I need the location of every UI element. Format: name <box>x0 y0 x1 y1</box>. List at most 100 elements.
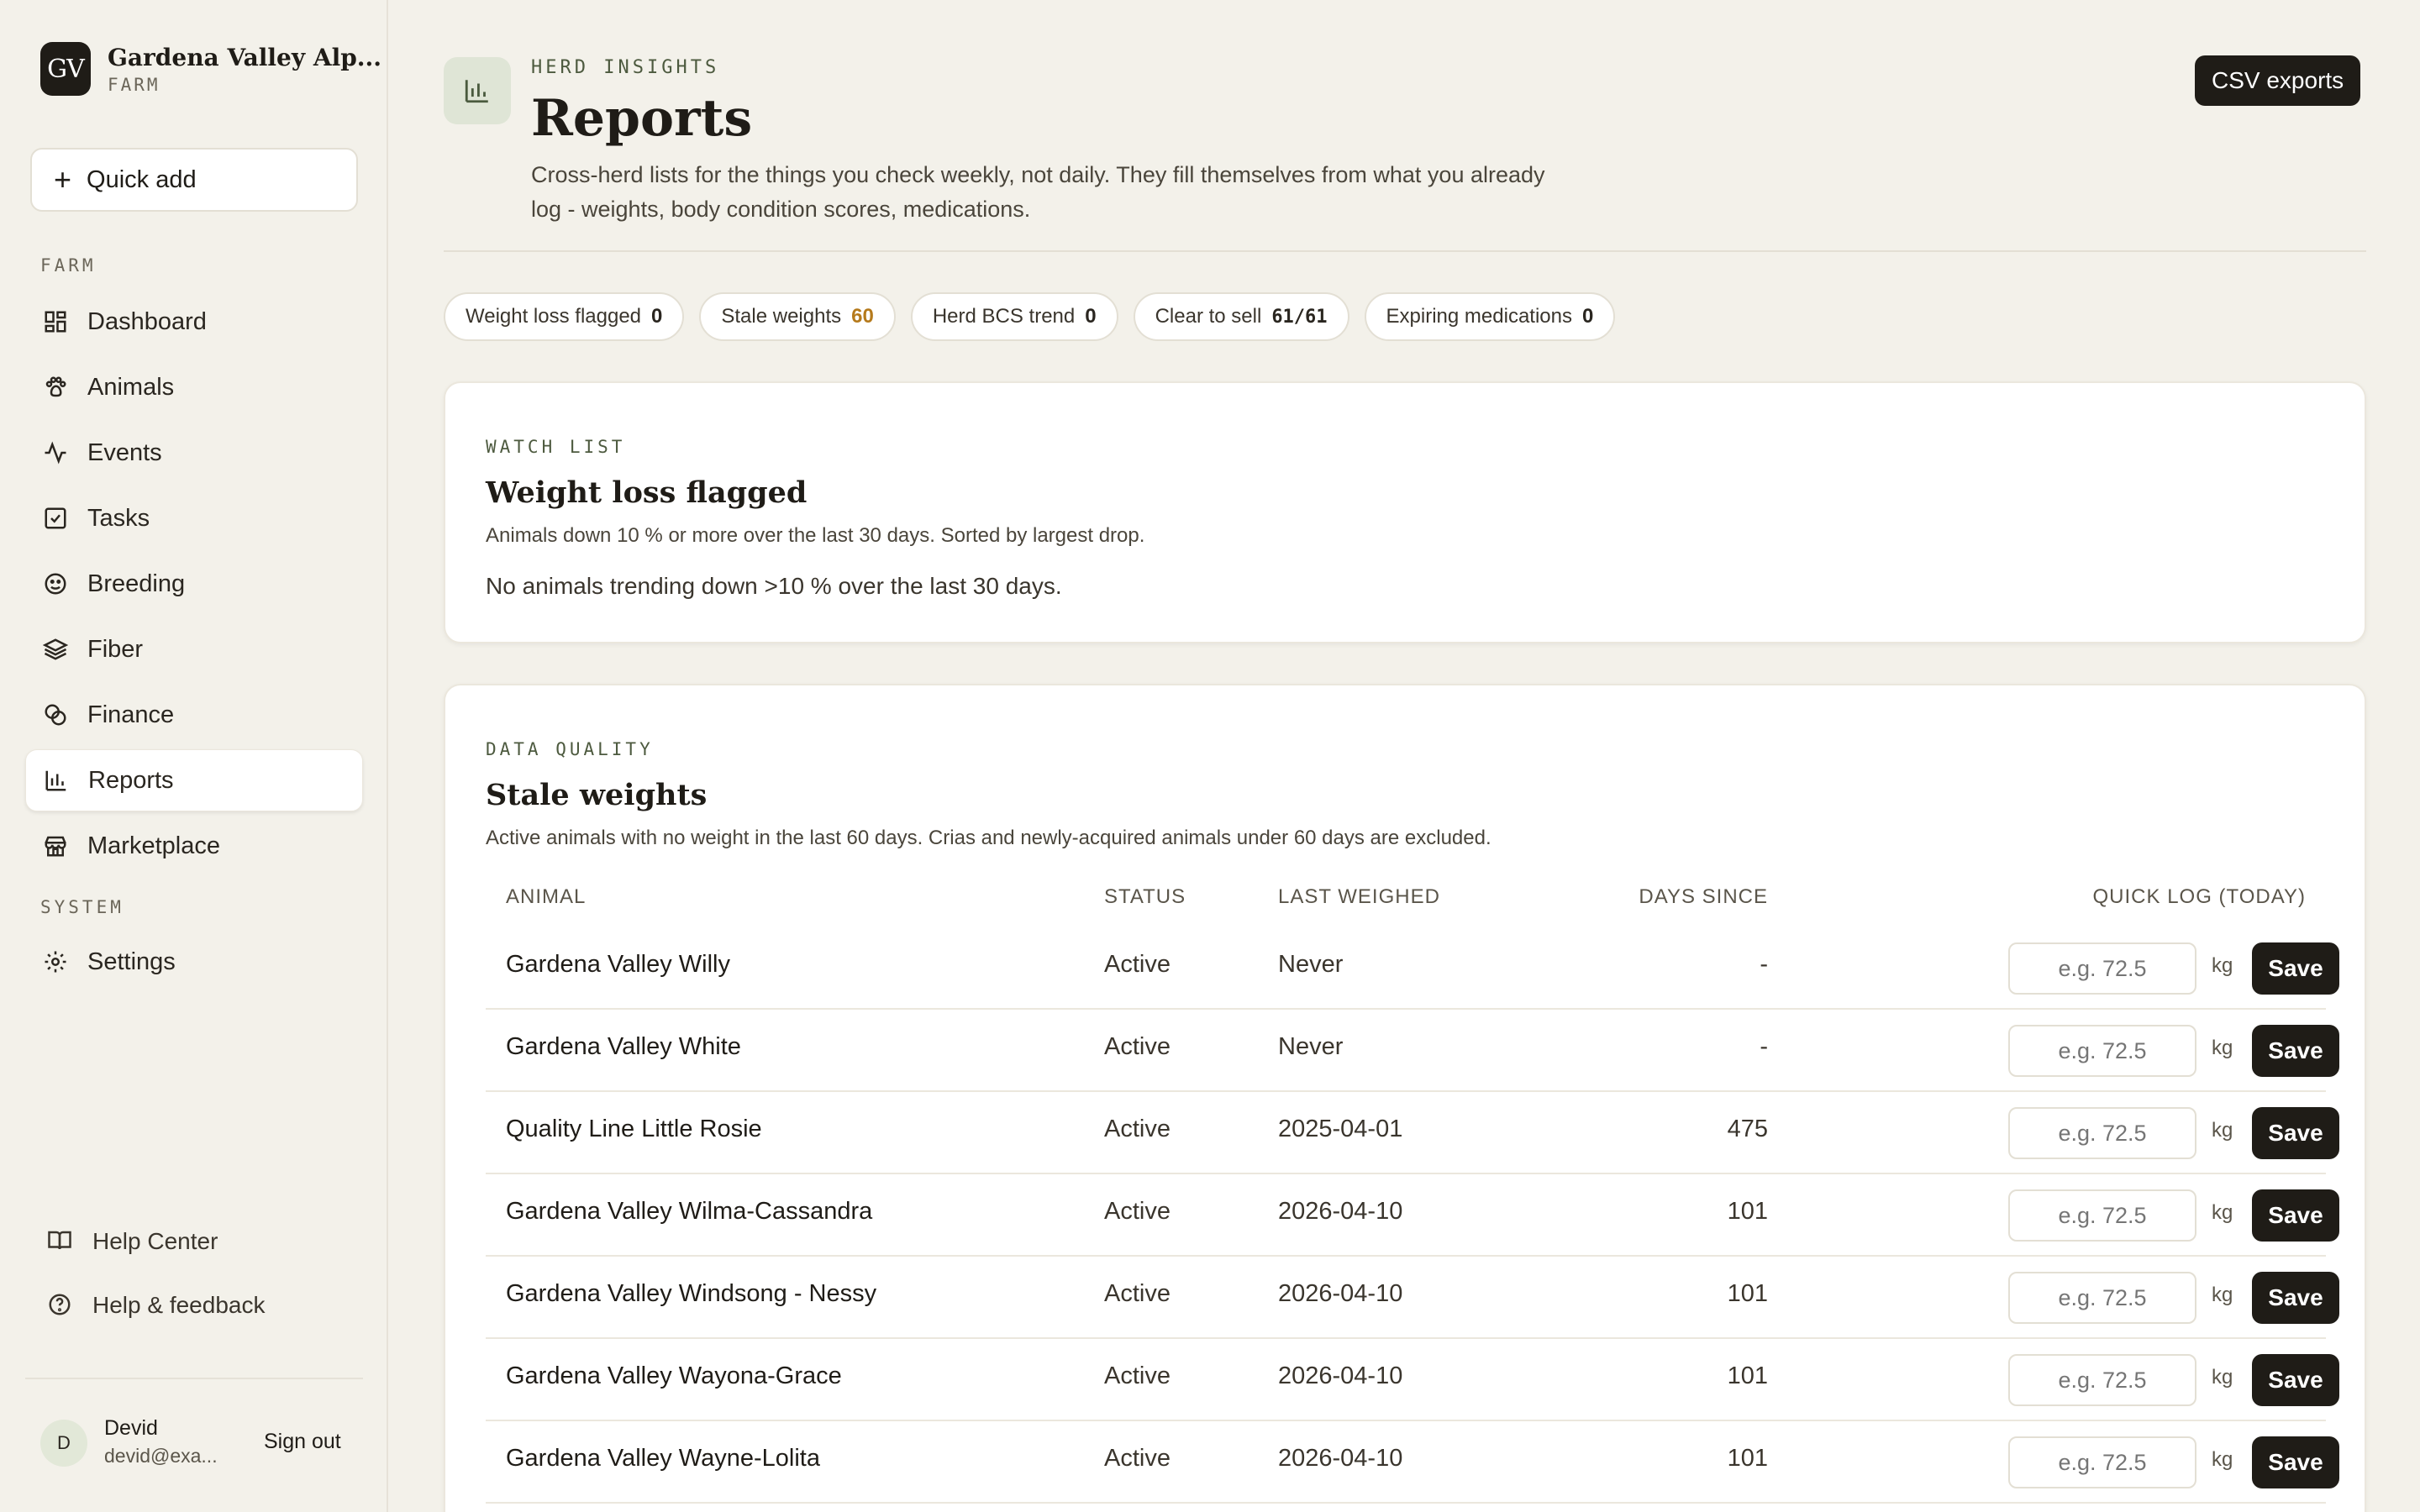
sidebar-item-label: Dashboard <box>87 307 207 335</box>
weight-input[interactable] <box>2008 1436 2196 1488</box>
animal-name-link[interactable]: Quality Line Little Rosie <box>506 1116 762 1143</box>
card-subtitle: Animals down 10 % or more over the last … <box>486 524 1145 547</box>
weight-input[interactable] <box>2008 1272 2196 1324</box>
status-cell: Active <box>1104 1362 1171 1389</box>
days-since-cell: 101 <box>1727 1280 1768 1307</box>
user-email: devid@exa... <box>104 1445 218 1467</box>
save-button[interactable]: Save <box>2252 1025 2339 1077</box>
status-cell: Active <box>1104 1445 1171 1472</box>
chip-count: 60 <box>851 305 874 328</box>
save-button[interactable]: Save <box>2252 1272 2339 1324</box>
weight-input[interactable] <box>2008 1025 2196 1077</box>
dashboard-icon <box>42 308 69 335</box>
stale-weights-card: DATA QUALITY Stale weights Active animal… <box>444 684 2366 1512</box>
table-row: Gardena Valley Willy Active Never - kg Save <box>486 927 2339 1010</box>
weight-input[interactable] <box>2008 942 2196 995</box>
user-box: D Devid devid@exa... Sign out <box>25 1378 363 1504</box>
chip-herd-bcs[interactable]: Herd BCS trend 0 <box>910 292 1118 341</box>
status-cell: Active <box>1104 1280 1171 1307</box>
chip-expiring-medications[interactable]: Expiring medications 0 <box>1364 292 1616 341</box>
header-divider <box>444 250 2366 252</box>
column-days-since[interactable]: DAYS SINCE <box>1639 885 1768 909</box>
animal-name-link[interactable]: Gardena Valley Windsong - Nessy <box>506 1280 876 1308</box>
card-title: Weight loss flagged <box>486 475 808 510</box>
column-last-weighed[interactable]: LAST WEIGHED <box>1278 885 1440 909</box>
sidebar: GV Gardena Valley Alp... FARM + Quick ad… <box>0 0 388 1512</box>
animal-name-link[interactable]: Gardena Valley Wayona-Grace <box>506 1362 842 1390</box>
days-since-cell: 101 <box>1727 1198 1768 1225</box>
weight-input[interactable] <box>2008 1107 2196 1159</box>
sidebar-item-settings[interactable]: Settings <box>25 931 363 993</box>
sidebar-item-dashboard[interactable]: Dashboard <box>25 291 363 353</box>
column-animal[interactable]: ANIMAL <box>506 885 586 909</box>
sidebar-item-marketplace[interactable]: Marketplace <box>25 815 363 877</box>
avatar: D <box>40 1420 87 1467</box>
csv-exports-button[interactable]: CSV exports <box>2195 55 2361 106</box>
status-cell: Active <box>1104 1116 1171 1142</box>
sidebar-item-finance[interactable]: Finance <box>25 684 363 746</box>
summary-chips: Weight loss flagged 0 Stale weights 60 H… <box>444 292 1616 341</box>
chip-count: 0 <box>651 305 663 328</box>
help-center-link[interactable]: Help Center <box>47 1228 218 1255</box>
sidebar-item-breeding[interactable]: Breeding <box>25 553 363 615</box>
chip-weight-loss[interactable]: Weight loss flagged 0 <box>444 292 685 341</box>
section-label-system: SYSTEM <box>40 897 124 917</box>
column-quick-log: QUICK LOG (TODAY) <box>2092 885 2306 908</box>
days-since-cell: - <box>1760 1033 1768 1060</box>
days-since-cell: - <box>1760 951 1768 978</box>
last-weighed-cell: 2026-04-10 <box>1278 1362 1403 1389</box>
activity-icon <box>42 439 69 466</box>
save-button[interactable]: Save <box>2252 1189 2339 1242</box>
sidebar-item-animals[interactable]: Animals <box>25 356 363 418</box>
card-eyebrow: DATA QUALITY <box>486 739 654 759</box>
animal-name-link[interactable]: Gardena Valley White <box>506 1033 741 1061</box>
sidebar-item-label: Events <box>87 438 162 466</box>
quick-add-button[interactable]: + Quick add <box>30 148 358 212</box>
brand[interactable]: GV Gardena Valley Alp... FARM <box>40 42 381 96</box>
sidebar-item-label: Finance <box>87 701 175 728</box>
animal-name-link[interactable]: Gardena Valley Willy <box>506 951 730 979</box>
save-button[interactable]: Save <box>2252 1107 2339 1159</box>
sidebar-item-label: Marketplace <box>87 832 220 859</box>
chip-label: Expiring medications <box>1386 305 1572 328</box>
sidebar-item-fiber[interactable]: Fiber <box>25 618 363 680</box>
unit-label: kg <box>2212 1448 2233 1471</box>
days-since-cell: 101 <box>1727 1362 1768 1389</box>
save-button[interactable]: Save <box>2252 1436 2339 1488</box>
bar-chart-icon <box>444 57 511 124</box>
chip-stale-weights[interactable]: Stale weights 60 <box>699 292 896 341</box>
save-button[interactable]: Save <box>2252 942 2339 995</box>
sidebar-item-label: Reports <box>88 766 174 794</box>
animal-name-link[interactable]: Gardena Valley Wilma-Cassandra <box>506 1198 872 1226</box>
animal-name-link[interactable]: Gardena Valley Wayne-Lolita <box>506 1445 820 1473</box>
help-feedback-link[interactable]: Help & feedback <box>47 1292 265 1319</box>
sign-out-button[interactable]: Sign out <box>264 1430 341 1454</box>
sidebar-item-tasks[interactable]: Tasks <box>25 487 363 549</box>
card-title: Stale weights <box>486 778 708 812</box>
user-name: Devid <box>104 1416 158 1440</box>
smile-icon <box>42 570 69 597</box>
sidebar-item-label: Breeding <box>87 570 186 597</box>
store-icon <box>42 832 69 859</box>
book-icon <box>47 1228 74 1255</box>
table-row: Gardena Valley Windsong - Nessy Active 202… <box>486 1257 2339 1339</box>
paw-icon <box>42 374 69 401</box>
coins-icon <box>42 701 69 728</box>
sidebar-item-events[interactable]: Events <box>25 422 363 484</box>
last-weighed-cell: Never <box>1278 1033 1344 1060</box>
sidebar-item-label: Settings <box>87 948 176 975</box>
status-cell: Active <box>1104 951 1171 978</box>
chip-label: Herd BCS trend <box>932 305 1076 328</box>
checkbox-icon <box>42 505 69 532</box>
weight-input[interactable] <box>2008 1189 2196 1242</box>
column-status[interactable]: STATUS <box>1104 885 1186 909</box>
chip-clear-to-sell[interactable]: Clear to sell 61/61 <box>1133 292 1349 341</box>
last-weighed-cell: 2025-04-01 <box>1278 1116 1403 1142</box>
save-button[interactable]: Save <box>2252 1354 2339 1406</box>
days-since-cell: 475 <box>1727 1116 1768 1142</box>
last-weighed-cell: Never <box>1278 951 1344 978</box>
weight-input[interactable] <box>2008 1354 2196 1406</box>
sidebar-item-reports[interactable]: Reports <box>25 749 363 811</box>
status-cell: Active <box>1104 1198 1171 1225</box>
page-description: Cross-herd lists for the things you chec… <box>531 162 1545 222</box>
